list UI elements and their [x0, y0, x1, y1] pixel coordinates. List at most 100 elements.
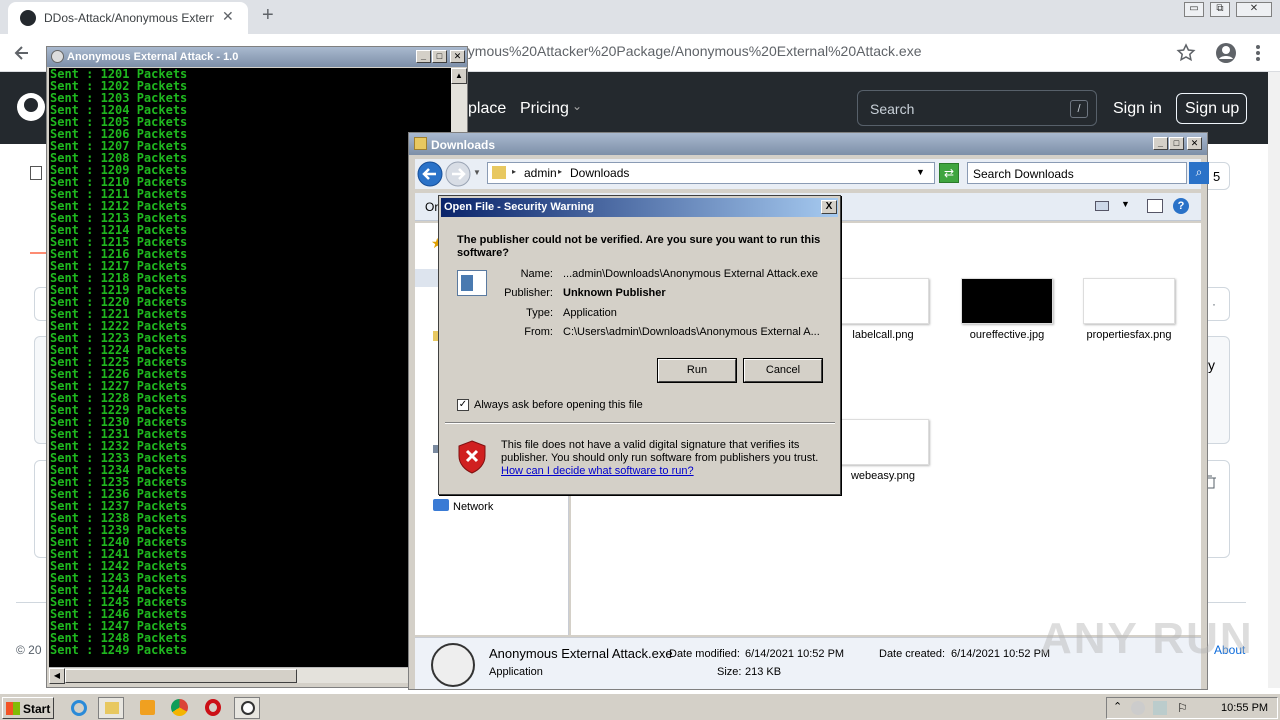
maximize-icon[interactable]: □: [1169, 137, 1184, 150]
cancel-button[interactable]: Cancel: [744, 359, 822, 382]
network-tray-icon[interactable]: [1153, 701, 1167, 715]
help-icon[interactable]: ?: [1173, 198, 1189, 214]
preview-pane-icon[interactable]: [1147, 199, 1163, 213]
publisher-value: Unknown Publisher: [563, 287, 666, 299]
back-arrow-icon[interactable]: [417, 161, 443, 187]
created-value: 6/14/2021 10:52 PM: [951, 648, 1051, 660]
minimize-icon[interactable]: _: [1153, 137, 1168, 150]
explorer-taskbar-icon[interactable]: [98, 697, 124, 719]
forward-arrow-icon[interactable]: [445, 161, 471, 187]
file-thumbnail[interactable]: [1083, 278, 1175, 324]
explorer-address-input[interactable]: ▸ admin ▸ Downloads ▼: [487, 162, 935, 184]
minimize-browser-button[interactable]: ▭: [1184, 2, 1204, 17]
search-shortcut-key: /: [1070, 100, 1088, 118]
more-dots-icon[interactable]: ·: [1212, 297, 1216, 311]
explorer-titlebar[interactable]: Downloads _ □ ✕: [409, 133, 1207, 155]
repo-icon: [30, 166, 42, 180]
tab-title: DDos-Attack/Anonymous External A: [44, 11, 214, 25]
maximize-icon[interactable]: □: [432, 50, 447, 63]
modified-value: 6/14/2021 10:52 PM: [745, 648, 845, 660]
sign-up-label: Sign up: [1185, 100, 1240, 117]
always-ask-label[interactable]: Always ask before opening this file: [474, 399, 643, 411]
clock[interactable]: 10:55 PM: [1221, 702, 1268, 714]
volume-icon[interactable]: [1131, 701, 1145, 715]
address-dropdown-icon[interactable]: ▼: [916, 167, 925, 177]
selected-file-type: Application: [489, 666, 543, 678]
browser-tab[interactable]: DDos-Attack/Anonymous External A ✕: [8, 2, 248, 34]
github-search-input[interactable]: Search /: [857, 90, 1097, 126]
close-icon[interactable]: ✕: [450, 50, 465, 63]
explorer-title: Downloads: [431, 138, 496, 152]
console-line: Sent : 1249 Packets: [50, 643, 188, 657]
nav-network[interactable]: Network: [453, 501, 493, 513]
tab-close-icon[interactable]: ✕: [222, 8, 234, 25]
file-thumbnail[interactable]: [837, 278, 929, 324]
file-name[interactable]: webeasy.png: [823, 470, 943, 482]
nav-marketplace[interactable]: place: [468, 100, 506, 118]
name-label: Name:: [520, 268, 553, 280]
run-button[interactable]: Run: [658, 359, 736, 382]
dialog-titlebar[interactable]: Open File - Security Warning X: [441, 198, 838, 217]
back-arrow-icon[interactable]: [12, 43, 32, 63]
scroll-up-icon[interactable]: ▲: [451, 68, 467, 84]
breadcrumb-downloads[interactable]: Downloads: [570, 166, 629, 180]
page-scrollbar[interactable]: [1268, 72, 1280, 688]
start-button[interactable]: Start: [2, 697, 54, 719]
view-dropdown-icon[interactable]: ▼: [1121, 199, 1130, 209]
media-player-icon[interactable]: [134, 697, 160, 719]
dialog-close-button[interactable]: X: [821, 200, 837, 214]
profile-avatar-icon[interactable]: [1215, 42, 1237, 64]
anonymous-mask-icon: [51, 50, 64, 63]
file-thumbnail[interactable]: [837, 419, 929, 465]
close-browser-button[interactable]: ✕: [1236, 2, 1272, 17]
breadcrumb-chevron-icon: ▸: [512, 167, 517, 176]
help-link[interactable]: How can I decide what software to run?: [501, 465, 694, 477]
opera-icon[interactable]: [200, 697, 226, 719]
bookmark-star-icon[interactable]: [1176, 43, 1196, 63]
always-ask-checkbox[interactable]: ✓: [457, 399, 469, 411]
explorer-address-row: ▼ ▸ admin ▸ Downloads ▼ ⇄ Search Downloa…: [415, 159, 1209, 189]
tab-underline: [30, 252, 46, 254]
chrome-menu-icon[interactable]: [1254, 44, 1262, 62]
breadcrumb-chevron-icon: ▸: [558, 167, 563, 176]
address-bar-url[interactable]: nymous%20Attacker%20Package/Anonymous%20…: [460, 43, 921, 59]
breadcrumb-admin[interactable]: admin: [524, 166, 557, 180]
flag-icon[interactable]: ⚐: [1177, 701, 1188, 715]
chrome-icon[interactable]: [166, 697, 192, 719]
sign-up-button[interactable]: Sign up: [1176, 93, 1247, 124]
tray-expand-icon[interactable]: ⌃: [1113, 700, 1122, 713]
new-tab-button[interactable]: +: [262, 4, 274, 27]
file-thumbnail[interactable]: [961, 278, 1053, 324]
search-icon[interactable]: ⌕: [1189, 162, 1209, 184]
anonymous-attack-taskbar-icon[interactable]: [234, 697, 260, 719]
refresh-icon[interactable]: ⇄: [939, 163, 959, 183]
file-name[interactable]: propertiesfax.png: [1069, 329, 1189, 341]
close-icon[interactable]: ✕: [1187, 137, 1202, 150]
sign-in-link[interactable]: Sign in: [1113, 100, 1162, 118]
name-value: ...admin\Downloads\Anonymous External At…: [563, 268, 818, 280]
dialog-question: The publisher could not be verified. Are…: [457, 234, 821, 259]
anonymous-mask-icon: [431, 643, 475, 687]
file-name[interactable]: oureffective.jpg: [947, 329, 1067, 341]
console-output: Sent : 1201 Packets Sent : 1202 Packets Se…: [49, 68, 451, 683]
view-options-icon[interactable]: [1095, 201, 1109, 211]
selected-file-name: Anonymous External Attack.exe: [489, 646, 673, 661]
explorer-search-placeholder: Search Downloads: [973, 167, 1074, 181]
console-horizontal-scrollbar[interactable]: ◀: [49, 667, 451, 684]
dialog-title: Open File - Security Warning: [444, 201, 594, 213]
ie-icon[interactable]: [66, 697, 92, 719]
github-logo-icon[interactable]: [16, 92, 46, 122]
minimize-icon[interactable]: _: [416, 50, 431, 63]
size-label: Size:: [717, 666, 742, 678]
explorer-search-input[interactable]: Search Downloads: [967, 162, 1187, 184]
organize-menu[interactable]: Or: [425, 200, 438, 214]
modified-label: Date modified:: [669, 648, 740, 660]
scroll-thumb[interactable]: [65, 669, 297, 683]
scroll-left-icon[interactable]: ◀: [49, 668, 65, 684]
history-dropdown-icon[interactable]: ▼: [473, 168, 481, 177]
network-icon[interactable]: [433, 499, 449, 511]
restore-browser-button[interactable]: ⧉: [1210, 2, 1230, 17]
console-titlebar[interactable]: Anonymous External Attack - 1.0 _ □ ✕: [47, 47, 467, 67]
nav-pricing[interactable]: Pricing: [520, 100, 569, 118]
file-name[interactable]: labelcall.png: [823, 329, 943, 341]
